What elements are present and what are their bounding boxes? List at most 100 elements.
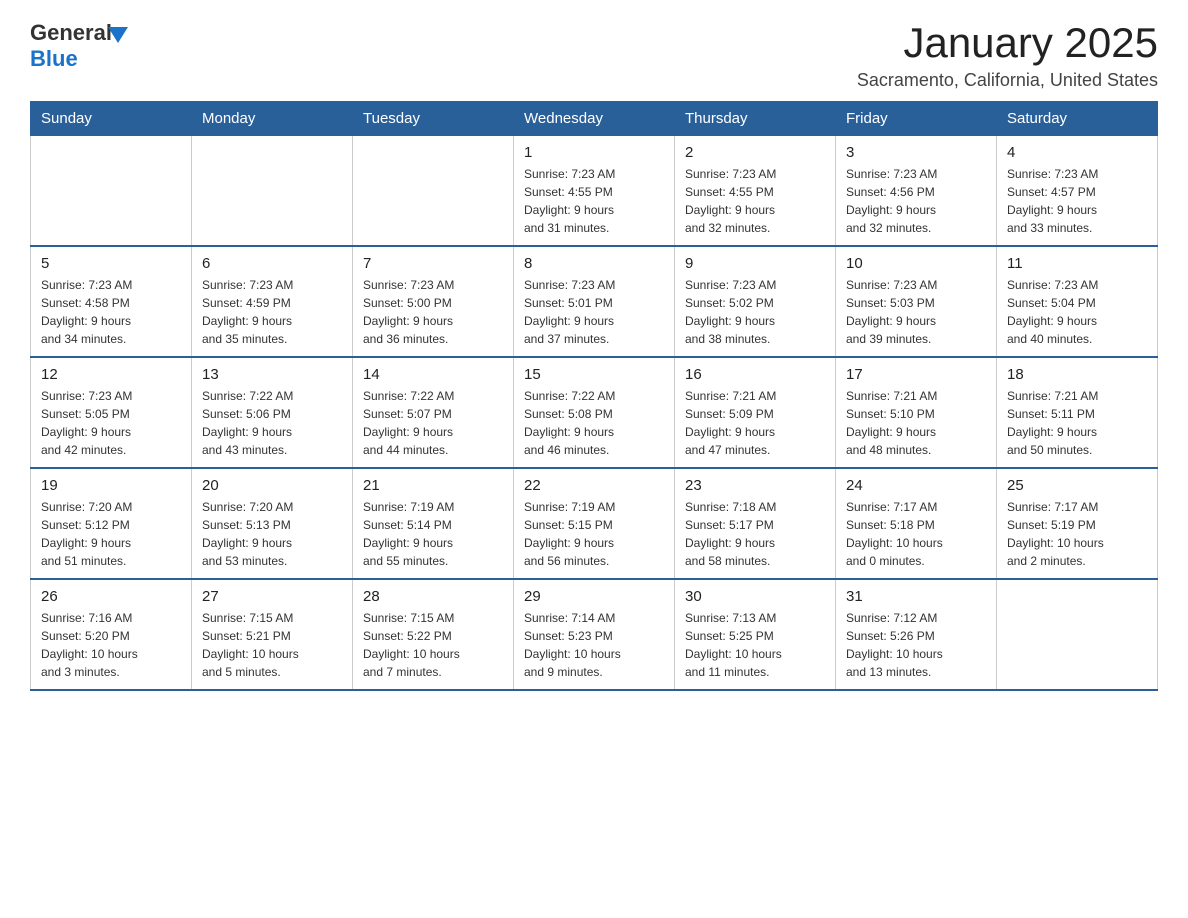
page-header: General Blue January 2025 Sacramento, Ca… — [30, 20, 1158, 91]
day-info: Sunrise: 7:19 AM Sunset: 5:14 PM Dayligh… — [363, 498, 503, 570]
day-number: 9 — [685, 255, 825, 272]
day-info: Sunrise: 7:16 AM Sunset: 5:20 PM Dayligh… — [41, 609, 181, 681]
week-row-4: 19 Sunrise: 7:20 AM Sunset: 5:12 PM Dayli… — [31, 468, 1158, 579]
day-number: 1 — [524, 144, 664, 161]
day-number: 31 — [846, 588, 986, 605]
day-info: Sunrise: 7:23 AM Sunset: 5:03 PM Dayligh… — [846, 276, 986, 348]
day-number: 11 — [1007, 255, 1147, 272]
day-number: 23 — [685, 477, 825, 494]
day-number: 7 — [363, 255, 503, 272]
day-number: 20 — [202, 477, 342, 494]
header-tuesday: Tuesday — [353, 102, 514, 136]
days-header-row: SundayMondayTuesdayWednesdayThursdayFrid… — [31, 102, 1158, 136]
day-info: Sunrise: 7:18 AM Sunset: 5:17 PM Dayligh… — [685, 498, 825, 570]
day-cell: 3Sunrise: 7:23 AM Sunset: 4:56 PM Daylig… — [836, 136, 997, 247]
header-saturday: Saturday — [997, 102, 1158, 136]
day-cell: 18 Sunrise: 7:21 AM Sunset: 5:11 PM Dayli… — [997, 357, 1158, 468]
header-monday: Monday — [192, 102, 353, 136]
calendar-title: January 2025 — [857, 20, 1158, 66]
day-cell: 24 Sunrise: 7:17 AM Sunset: 5:18 PM Dayli… — [836, 468, 997, 579]
day-info: Sunrise: 7:21 AM Sunset: 5:09 PM Dayligh… — [685, 387, 825, 459]
day-info: Sunrise: 7:23 AM Sunset: 5:02 PM Dayligh… — [685, 276, 825, 348]
day-number: 21 — [363, 477, 503, 494]
week-row-3: 12 Sunrise: 7:23 AM Sunset: 5:05 PM Dayli… — [31, 357, 1158, 468]
day-info: Sunrise: 7:14 AM Sunset: 5:23 PM Dayligh… — [524, 609, 664, 681]
week-row-5: 26Sunrise: 7:16 AM Sunset: 5:20 PM Dayli… — [31, 579, 1158, 690]
week-row-2: 5 Sunrise: 7:23 AM Sunset: 4:58 PM Daylig… — [31, 246, 1158, 357]
day-info: Sunrise: 7:12 AM Sunset: 5:26 PM Dayligh… — [846, 609, 986, 681]
day-info: Sunrise: 7:15 AM Sunset: 5:22 PM Dayligh… — [363, 609, 503, 681]
day-number: 6 — [202, 255, 342, 272]
day-info: Sunrise: 7:23 AM Sunset: 5:00 PM Dayligh… — [363, 276, 503, 348]
day-cell: 31 Sunrise: 7:12 AM Sunset: 5:26 PM Dayli… — [836, 579, 997, 690]
title-block: January 2025 Sacramento, California, Uni… — [857, 20, 1158, 91]
day-info: Sunrise: 7:23 AM Sunset: 4:55 PM Dayligh… — [685, 165, 825, 237]
day-info: Sunrise: 7:13 AM Sunset: 5:25 PM Dayligh… — [685, 609, 825, 681]
day-cell: 1 Sunrise: 7:23 AM Sunset: 4:55 PM Daylig… — [514, 136, 675, 247]
day-info: Sunrise: 7:21 AM Sunset: 5:11 PM Dayligh… — [1007, 387, 1147, 459]
day-number: 14 — [363, 366, 503, 383]
day-cell: 29Sunrise: 7:14 AM Sunset: 5:23 PM Dayli… — [514, 579, 675, 690]
day-cell: 17 Sunrise: 7:21 AM Sunset: 5:10 PM Dayli… — [836, 357, 997, 468]
header-thursday: Thursday — [675, 102, 836, 136]
day-number: 19 — [41, 477, 181, 494]
day-cell — [353, 136, 514, 247]
day-info: Sunrise: 7:23 AM Sunset: 5:04 PM Dayligh… — [1007, 276, 1147, 348]
day-number: 24 — [846, 477, 986, 494]
day-number: 4 — [1007, 144, 1147, 161]
day-number: 18 — [1007, 366, 1147, 383]
week-row-1: 1 Sunrise: 7:23 AM Sunset: 4:55 PM Daylig… — [31, 136, 1158, 247]
day-cell: 15 Sunrise: 7:22 AM Sunset: 5:08 PM Dayli… — [514, 357, 675, 468]
day-cell: 5 Sunrise: 7:23 AM Sunset: 4:58 PM Daylig… — [31, 246, 192, 357]
day-cell: 8Sunrise: 7:23 AM Sunset: 5:01 PM Daylig… — [514, 246, 675, 357]
day-info: Sunrise: 7:23 AM Sunset: 4:55 PM Dayligh… — [524, 165, 664, 237]
day-number: 5 — [41, 255, 181, 272]
day-cell: 25Sunrise: 7:17 AM Sunset: 5:19 PM Dayli… — [997, 468, 1158, 579]
day-cell: 28 Sunrise: 7:15 AM Sunset: 5:22 PM Dayli… — [353, 579, 514, 690]
calendar-subtitle: Sacramento, California, United States — [857, 70, 1158, 91]
day-number: 16 — [685, 366, 825, 383]
day-cell — [31, 136, 192, 247]
day-info: Sunrise: 7:19 AM Sunset: 5:15 PM Dayligh… — [524, 498, 664, 570]
day-number: 10 — [846, 255, 986, 272]
day-info: Sunrise: 7:22 AM Sunset: 5:07 PM Dayligh… — [363, 387, 503, 459]
day-info: Sunrise: 7:22 AM Sunset: 5:08 PM Dayligh… — [524, 387, 664, 459]
day-cell: 9 Sunrise: 7:23 AM Sunset: 5:02 PM Daylig… — [675, 246, 836, 357]
day-cell — [192, 136, 353, 247]
header-friday: Friday — [836, 102, 997, 136]
day-number: 12 — [41, 366, 181, 383]
logo-blue-text: Blue — [30, 46, 78, 72]
day-cell: 14 Sunrise: 7:22 AM Sunset: 5:07 PM Dayli… — [353, 357, 514, 468]
header-sunday: Sunday — [31, 102, 192, 136]
day-number: 17 — [846, 366, 986, 383]
day-cell: 6Sunrise: 7:23 AM Sunset: 4:59 PM Daylig… — [192, 246, 353, 357]
day-info: Sunrise: 7:17 AM Sunset: 5:18 PM Dayligh… — [846, 498, 986, 570]
day-info: Sunrise: 7:15 AM Sunset: 5:21 PM Dayligh… — [202, 609, 342, 681]
day-cell: 19 Sunrise: 7:20 AM Sunset: 5:12 PM Dayli… — [31, 468, 192, 579]
logo: General Blue — [30, 20, 128, 72]
day-info: Sunrise: 7:23 AM Sunset: 5:05 PM Dayligh… — [41, 387, 181, 459]
day-number: 13 — [202, 366, 342, 383]
day-cell: 27Sunrise: 7:15 AM Sunset: 5:21 PM Dayli… — [192, 579, 353, 690]
day-info: Sunrise: 7:23 AM Sunset: 4:58 PM Dayligh… — [41, 276, 181, 348]
day-cell: 7 Sunrise: 7:23 AM Sunset: 5:00 PM Daylig… — [353, 246, 514, 357]
day-number: 15 — [524, 366, 664, 383]
day-info: Sunrise: 7:21 AM Sunset: 5:10 PM Dayligh… — [846, 387, 986, 459]
day-number: 3 — [846, 144, 986, 161]
day-cell: 23 Sunrise: 7:18 AM Sunset: 5:17 PM Dayli… — [675, 468, 836, 579]
day-cell: 4 Sunrise: 7:23 AM Sunset: 4:57 PM Daylig… — [997, 136, 1158, 247]
day-number: 28 — [363, 588, 503, 605]
day-cell: 21 Sunrise: 7:19 AM Sunset: 5:14 PM Dayli… — [353, 468, 514, 579]
day-cell: 20 Sunrise: 7:20 AM Sunset: 5:13 PM Dayli… — [192, 468, 353, 579]
logo-triangle-icon — [108, 27, 128, 43]
day-cell: 13 Sunrise: 7:22 AM Sunset: 5:06 PM Dayli… — [192, 357, 353, 468]
day-info: Sunrise: 7:20 AM Sunset: 5:13 PM Dayligh… — [202, 498, 342, 570]
day-cell: 10 Sunrise: 7:23 AM Sunset: 5:03 PM Dayli… — [836, 246, 997, 357]
day-info: Sunrise: 7:20 AM Sunset: 5:12 PM Dayligh… — [41, 498, 181, 570]
day-info: Sunrise: 7:22 AM Sunset: 5:06 PM Dayligh… — [202, 387, 342, 459]
day-cell: 11 Sunrise: 7:23 AM Sunset: 5:04 PM Dayli… — [997, 246, 1158, 357]
day-cell: 30Sunrise: 7:13 AM Sunset: 5:25 PM Dayli… — [675, 579, 836, 690]
day-cell: 16 Sunrise: 7:21 AM Sunset: 5:09 PM Dayli… — [675, 357, 836, 468]
day-info: Sunrise: 7:23 AM Sunset: 4:57 PM Dayligh… — [1007, 165, 1147, 237]
day-number: 8 — [524, 255, 664, 272]
